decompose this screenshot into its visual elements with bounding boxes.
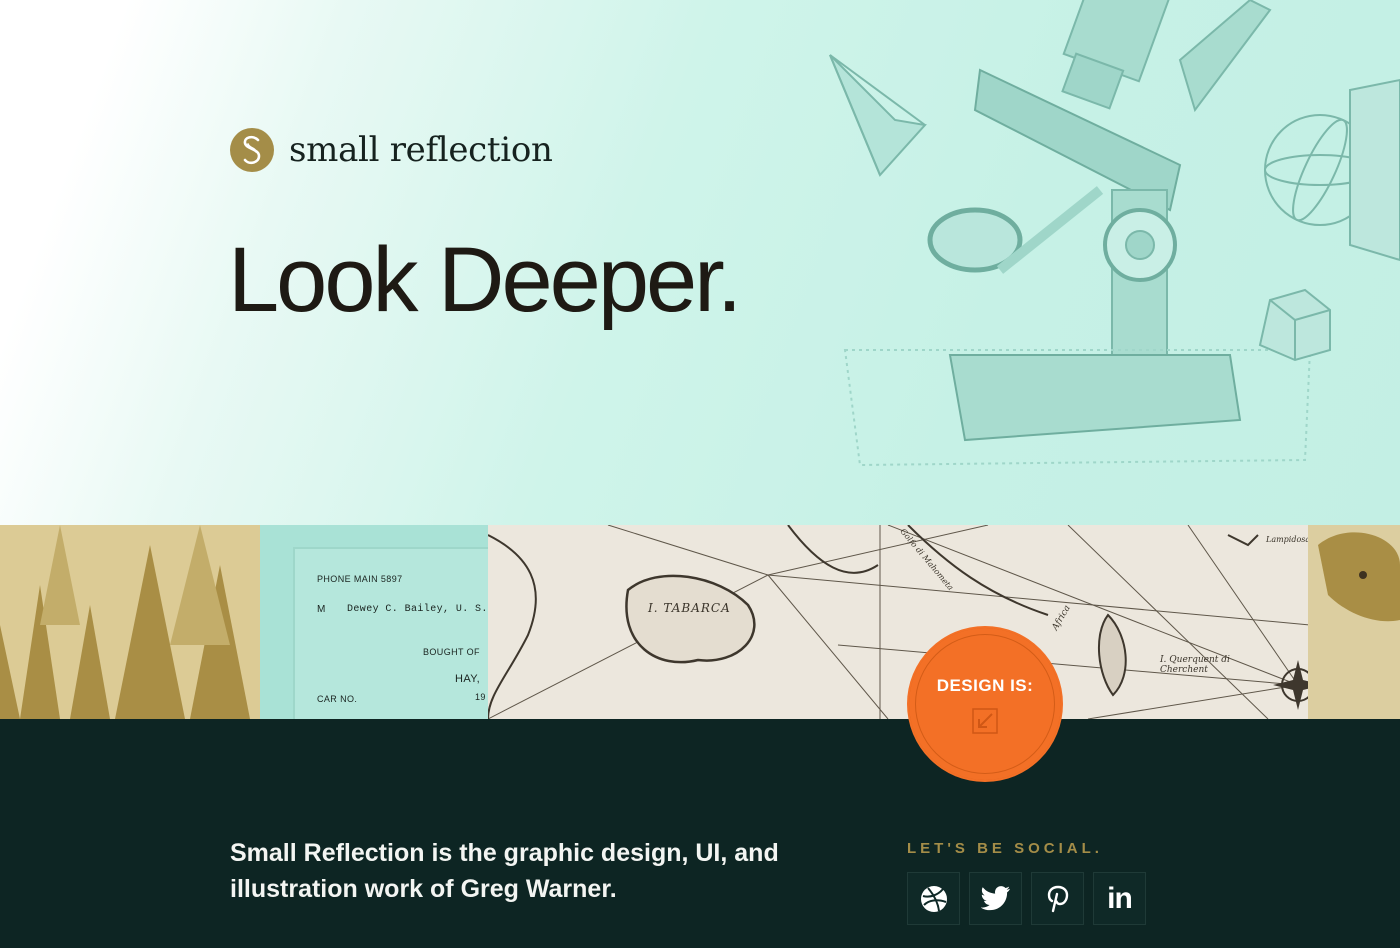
- receipt-car: CAR NO.: [317, 694, 358, 704]
- linkedin-icon: in: [1107, 881, 1133, 915]
- map-label-querquent: I. Querquent di Cherchent: [1160, 655, 1230, 675]
- linkedin-link[interactable]: in: [1093, 872, 1146, 925]
- map-label-lampidosa: Lampidosa: [1266, 535, 1310, 544]
- about-text: Small Reflection is the graphic design, …: [230, 839, 779, 903]
- receipt-photo: PHONE MAIN 5897 M Dewey C. Bailey, U. S.…: [260, 525, 488, 719]
- footer: Small Reflection is the graphic design, …: [0, 719, 1400, 948]
- microscope-illustration: [829, 0, 1400, 467]
- brand-name: small reflection: [289, 130, 553, 170]
- receipt-customer: Dewey C. Bailey, U. S.: [347, 604, 488, 615]
- receipt-phone: PHONE MAIN 5897: [317, 574, 403, 584]
- social-heading: LET'S BE SOCIAL.: [907, 840, 1103, 857]
- social-links: in: [907, 872, 1146, 925]
- pinterest-link[interactable]: [1031, 872, 1084, 925]
- receipt-year: 19: [475, 692, 486, 702]
- twitter-link[interactable]: [969, 872, 1022, 925]
- brand-logo-link[interactable]: small reflection: [230, 128, 553, 172]
- dribbble-icon: [920, 885, 947, 912]
- cta-label: DESIGN IS:: [936, 676, 1034, 695]
- s-logo-icon: [230, 128, 274, 172]
- twitter-icon: [980, 885, 1010, 910]
- receipt-paper: PHONE MAIN 5897 M Dewey C. Bailey, U. S.…: [293, 547, 488, 719]
- arrow-up-left-icon: [972, 708, 998, 734]
- forest-illustration: [0, 525, 260, 719]
- map-label-tabarca: I. TABARCA: [648, 601, 731, 615]
- receipt-m: M: [317, 604, 326, 615]
- map-illustration: I. TABARCA I. Querquent di Cherchent Lam…: [488, 525, 1310, 719]
- design-is-button[interactable]: DESIGN IS:: [909, 628, 1061, 780]
- hero-headline: Look Deeper.: [228, 229, 742, 331]
- lion-illustration: [1308, 525, 1400, 719]
- dribbble-link[interactable]: [907, 872, 960, 925]
- receipt-bought: BOUGHT OF: [423, 647, 480, 657]
- receipt-item: HAY,: [455, 673, 481, 685]
- hero-section: small reflection Look Deeper.: [0, 0, 1400, 525]
- pinterest-icon: [1047, 885, 1068, 912]
- image-strip: PHONE MAIN 5897 M Dewey C. Bailey, U. S.…: [0, 525, 1400, 719]
